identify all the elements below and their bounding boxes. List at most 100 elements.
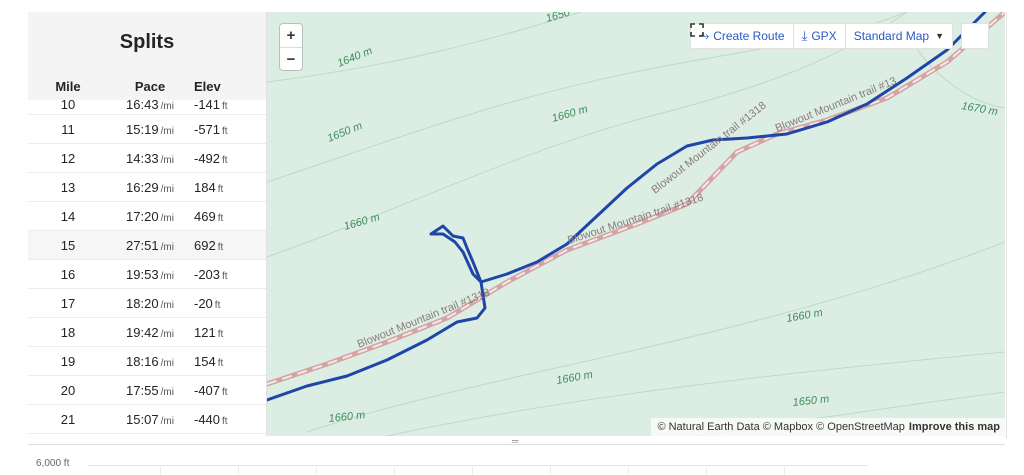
route-map[interactable]: 1640 m 1650 1660 m 1650 m 1670 m 1660 m … (267, 12, 1005, 436)
pace-unit: /mi (160, 357, 174, 369)
zoom-in-button[interactable]: + (280, 24, 302, 48)
chart-gridline-vertical (394, 465, 395, 475)
split-mile: 16 (60, 266, 76, 282)
split-row[interactable]: 20 17:55/mi -407 ft (28, 376, 266, 405)
split-row[interactable]: 19 18:16/mi 154 ft (28, 347, 266, 376)
split-elev-value: -203 (194, 266, 221, 282)
pace-unit: /mi (160, 299, 174, 311)
split-elev: 154 ft (192, 354, 266, 369)
split-mile: 11 (61, 121, 75, 137)
split-elev-value: 154 (194, 353, 216, 369)
split-row[interactable]: 12 14:33/mi -492 ft (28, 144, 266, 173)
elev-unit: ft (222, 101, 228, 112)
chart-gridline (88, 465, 868, 466)
elev-unit: ft (222, 386, 228, 398)
gpx-button[interactable]: ⤓ GPX (792, 23, 846, 49)
improve-map-link[interactable]: Improve this map (909, 421, 1000, 433)
contour-label: 1650 m (792, 393, 830, 409)
gpx-label: GPX (811, 29, 837, 43)
split-pace: 27:51/mi (108, 238, 192, 253)
pace-unit: /mi (160, 212, 174, 224)
y-tick-label: 6,000 ft (36, 458, 70, 469)
contour-label: 1660 m (551, 103, 590, 125)
split-mile: 15 (60, 237, 76, 253)
chart-gridline-vertical (238, 465, 239, 475)
split-elev: -440 ft (192, 412, 266, 427)
fullscreen-button[interactable] (690, 23, 989, 49)
split-mile: 21 (60, 411, 76, 427)
split-pace-value: 19:42 (126, 324, 159, 340)
split-row[interactable]: 16 19:53/mi -203 ft (28, 260, 266, 289)
contour-label: 1670 m (960, 100, 998, 118)
pace-unit: /mi (160, 328, 174, 340)
expand-icon (690, 23, 704, 37)
elev-unit: ft (217, 328, 224, 340)
split-elev-value: 692 (194, 237, 216, 253)
split-elev: -203 ft (192, 267, 266, 282)
pace-unit: /mi (160, 183, 174, 195)
create-route-button[interactable]: ⤳ Create Route (689, 23, 794, 49)
split-elev-value: 121 (194, 324, 216, 340)
split-pace-value: 16:29 (126, 179, 159, 195)
splits-rows: 10 16:43/mi -141 ft 11 15:19/mi -571 ft 12 14:33/… (28, 100, 266, 434)
split-row[interactable]: 18 19:42/mi 121 ft (28, 318, 266, 347)
pace-unit: /mi (160, 101, 174, 112)
split-elev: -141 ft (192, 100, 266, 112)
pace-unit: /mi (160, 125, 174, 137)
map-style-dropdown[interactable]: Standard Map ▼ (844, 23, 953, 49)
split-elev: 469 ft (192, 209, 266, 224)
split-mile: 14 (60, 208, 76, 224)
elev-unit: ft (217, 357, 224, 369)
split-pace: 18:16/mi (108, 354, 192, 369)
split-mile: 19 (60, 353, 76, 369)
elevation-chart: 6,000 ft (28, 444, 1005, 475)
split-row[interactable]: 15 27:51/mi 692 ft (28, 231, 266, 260)
pace-unit: /mi (160, 154, 174, 166)
create-route-label: Create Route (713, 29, 785, 43)
contour-label: 1660 m (328, 409, 366, 425)
elev-unit: ft (222, 270, 228, 282)
split-mile: 13 (60, 179, 76, 195)
chart-gridline-vertical (784, 465, 785, 475)
zoom-out-button[interactable]: − (280, 48, 302, 71)
map-toolbar: ⤳ Create Route ⤓ GPX Standard Map ▼ (689, 23, 989, 49)
split-row[interactable]: 11 15:19/mi -571 ft (28, 115, 266, 144)
pace-unit: /mi (160, 270, 174, 282)
chart-gridline-vertical (160, 465, 161, 475)
split-elev-value: 184 (194, 179, 216, 195)
splits-header: Splits (28, 12, 266, 72)
trail-path (267, 12, 1005, 387)
split-elev: 121 ft (192, 325, 266, 340)
split-elev-value: -141 (194, 100, 221, 112)
elev-unit: ft (222, 125, 228, 137)
split-row[interactable]: 14 17:20/mi 469 ft (28, 202, 266, 231)
split-pace-value: 17:20 (126, 208, 159, 224)
split-elev-value: -20 (194, 295, 213, 311)
trail-path-dashes (267, 12, 1005, 385)
split-pace: 18:20/mi (108, 296, 192, 311)
split-elev: 184 ft (192, 180, 266, 195)
split-row[interactable]: 13 16:29/mi 184 ft (28, 173, 266, 202)
split-elev-value: -492 (194, 150, 221, 166)
chart-gridline-vertical (550, 465, 551, 475)
split-pace-value: 15:07 (126, 411, 159, 427)
split-row[interactable]: 10 16:43/mi -141 ft (28, 100, 266, 115)
split-pace: 16:29/mi (108, 180, 192, 195)
contour-label: 1650 (545, 12, 573, 25)
contour-line (306, 241, 1005, 433)
split-row[interactable]: 17 18:20/mi -20 ft (28, 289, 266, 318)
column-pace: Pace (134, 78, 166, 94)
split-row[interactable]: 21 15:07/mi -440 ft (28, 405, 266, 434)
split-elev: 692 ft (192, 238, 266, 253)
split-pace: 15:19/mi (108, 122, 192, 137)
splits-title: Splits (119, 30, 175, 53)
map-canvas[interactable]: 1640 m 1650 1660 m 1650 m 1670 m 1660 m … (267, 12, 1005, 436)
map-style-label: Standard Map (853, 29, 930, 43)
column-elev: Elev (194, 78, 221, 94)
column-mile: Mile (55, 78, 81, 94)
split-pace: 15:07/mi (108, 412, 192, 427)
splits-panel: Splits Mile Pace Elev 10 16:43/mi -141 ft 11… (28, 12, 267, 436)
elev-unit: ft (214, 299, 221, 311)
chart-gridline-vertical (316, 465, 317, 475)
splits-column-headers: Mile Pace Elev (28, 72, 266, 101)
